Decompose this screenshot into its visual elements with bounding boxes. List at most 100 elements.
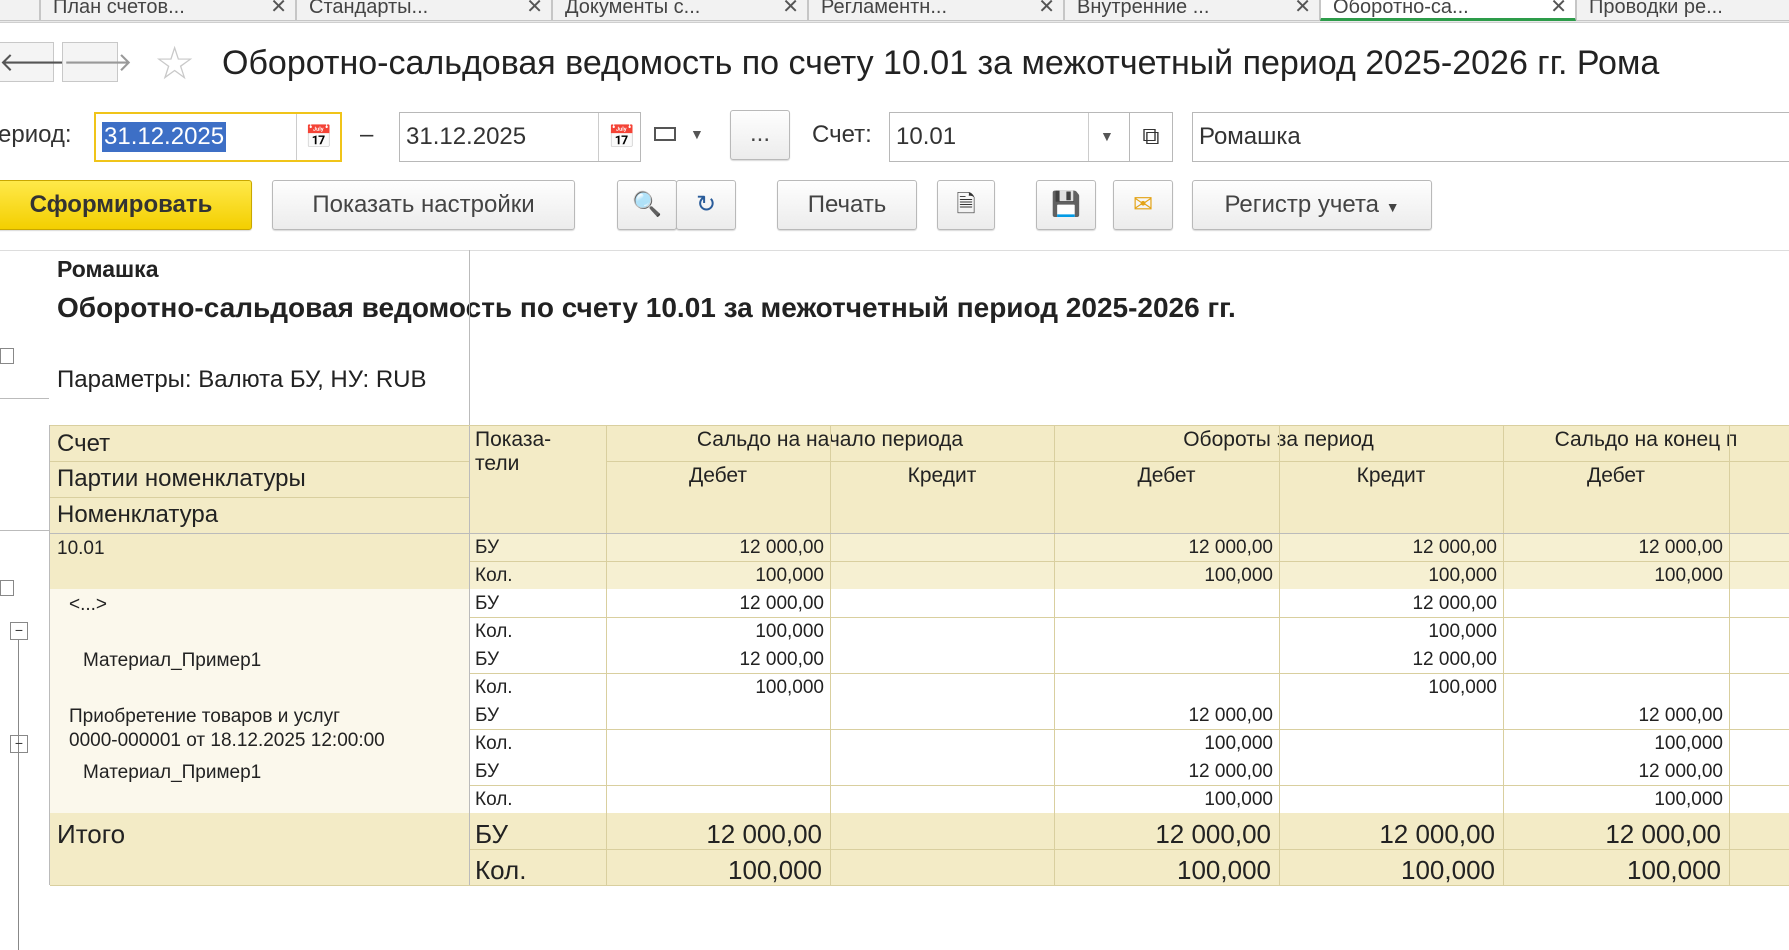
open-account-button[interactable]: ⧉ — [1129, 112, 1173, 162]
account-field[interactable]: 10.01 — [889, 112, 1135, 162]
tab-documents[interactable]: Документы с... ✕ — [552, 0, 808, 21]
grid-line — [49, 425, 50, 885]
preview-button[interactable]: 🗎 — [937, 180, 995, 230]
close-icon[interactable]: ✕ — [270, 0, 287, 19]
search-next-button[interactable]: ↻ — [676, 180, 736, 230]
close-icon[interactable]: ✕ — [1294, 0, 1311, 19]
tab-internal[interactable]: Внутренние ... ✕ — [1064, 0, 1320, 21]
tab-regulated[interactable]: Регламентн... ✕ — [808, 0, 1064, 21]
calendar-icon[interactable]: 📅 — [608, 124, 635, 150]
page-title: Оборотно-сальдовая ведомость по счету 10… — [222, 44, 1660, 82]
value-cell: 100,000 — [1654, 789, 1723, 810]
value-cell: 12 000,00 — [1638, 537, 1723, 558]
col-batches: Партии номенклатуры — [57, 465, 306, 492]
value-cell: 100,000 — [755, 677, 824, 698]
grid-line — [1503, 425, 1504, 885]
row-name[interactable]: 10.01 — [57, 537, 105, 561]
collapse-icon[interactable] — [0, 580, 14, 596]
generate-button[interactable]: Сформировать — [0, 180, 252, 230]
tab-turnover-balance[interactable]: Оборотно-са... ✕ — [1320, 0, 1576, 21]
value-cell: 12 000,00 — [1188, 705, 1273, 726]
row-name[interactable]: Приобретение товаров и услуг 0000-000001… — [69, 705, 385, 753]
row-name[interactable]: <...> — [69, 593, 107, 617]
col-debit: Дебет — [1137, 464, 1196, 487]
calendar-icon[interactable]: 📅 — [305, 124, 332, 150]
date-to-field[interactable]: 31.12.2025 — [399, 112, 641, 162]
value-cell: 100,000 — [1428, 621, 1497, 642]
grouping-gutter: − − — [0, 250, 49, 950]
organization-value: Ромашка — [1199, 123, 1301, 150]
grid-line — [470, 617, 1789, 618]
grid-line — [50, 589, 1789, 590]
chevron-down-icon[interactable]: ▼ — [690, 126, 704, 142]
grid-line — [470, 849, 1789, 850]
tab-postings[interactable]: Проводки ре... — [1576, 0, 1789, 21]
indicator-qty: Кол. — [475, 733, 513, 754]
close-icon[interactable]: ✕ — [782, 0, 799, 19]
tab-standards[interactable]: Стандарты... ✕ — [296, 0, 552, 21]
collapse-icon[interactable]: − — [10, 622, 28, 640]
value-cell: 100,000 — [755, 621, 824, 642]
row-name-bg — [50, 645, 470, 701]
period-select-button[interactable]: ... — [730, 110, 790, 160]
grid-line — [50, 425, 1789, 426]
close-icon[interactable]: ✕ — [1550, 0, 1567, 18]
close-icon[interactable]: ✕ — [1038, 0, 1055, 19]
grid-line — [606, 461, 1789, 462]
tab-label: Регламентн... — [821, 0, 948, 18]
grid-line — [1729, 425, 1730, 885]
show-settings-button[interactable]: Показать настройки — [272, 180, 575, 230]
row-name-bg — [50, 533, 470, 589]
total-value: 12 000,00 — [1605, 819, 1721, 849]
search-button[interactable]: 🔍 — [617, 180, 677, 230]
tab-chart-of-accounts[interactable]: План счетов... ✕ — [40, 0, 296, 21]
indicator-qty: Кол. — [475, 565, 513, 586]
period-choice-icon[interactable] — [654, 127, 676, 141]
group-opening: Сальдо на начало периода — [696, 428, 964, 451]
col-credit: Кредит — [907, 464, 977, 487]
total-value: 12 000,00 — [1379, 819, 1495, 849]
row-values-bg — [470, 533, 1789, 589]
account-label: Счет: — [812, 121, 872, 148]
back-button[interactable]: 🡐 — [0, 42, 69, 82]
grid-line — [469, 250, 470, 885]
tab-label: План счетов... — [53, 0, 185, 18]
row-name[interactable]: Материал_Пример1 — [83, 761, 261, 785]
indicator-bu: БУ — [475, 761, 500, 782]
organization-field[interactable]: Ромашка — [1192, 112, 1789, 162]
chevron-down-icon[interactable]: ▼ — [1100, 128, 1114, 144]
indicator-bu: БУ — [475, 649, 500, 670]
register-button[interactable]: Регистр учета ▼ — [1192, 180, 1432, 230]
col-debit: Дебет — [688, 464, 748, 487]
print-button[interactable]: Печать — [777, 180, 917, 230]
save-button[interactable]: 💾 — [1036, 180, 1096, 230]
indicator-qty: Кол. — [475, 855, 527, 885]
table-header — [50, 425, 1789, 533]
search-icon: 🔍 — [632, 191, 662, 218]
col-debit: Дебет — [1586, 464, 1646, 487]
collapse-icon[interactable] — [0, 348, 14, 364]
grid-line — [1279, 425, 1280, 885]
report-title: Оборотно-сальдовая ведомость по счету 10… — [57, 292, 1236, 323]
value-cell: 12 000,00 — [1412, 537, 1497, 558]
row-name[interactable]: Материал_Пример1 — [83, 649, 261, 673]
account-value: 10.01 — [896, 123, 957, 150]
arrow-right-icon: 🡒 — [63, 47, 133, 77]
total-value: 100,000 — [1401, 855, 1495, 885]
close-icon[interactable]: ✕ — [526, 0, 543, 19]
collapse-icon[interactable]: − — [10, 735, 28, 753]
tab-overflow[interactable] — [0, 0, 40, 21]
indicator-qty: Кол. — [475, 621, 513, 642]
email-button[interactable]: ✉ — [1113, 180, 1173, 230]
tab-label: Внутренние ... — [1077, 0, 1210, 18]
grid-line — [470, 729, 1789, 730]
star-icon[interactable]: ☆ — [154, 40, 195, 86]
open-icon: ⧉ — [1142, 123, 1160, 150]
total-row — [50, 813, 1789, 885]
grid-line — [50, 813, 1789, 814]
col-indicators: Показа- тели — [475, 428, 552, 475]
report-params: Параметры: Валюта БУ, НУ: RUB — [57, 366, 427, 393]
indicator-qty: Кол. — [475, 677, 513, 698]
grid-line — [1054, 425, 1055, 885]
forward-button[interactable]: 🡒 — [62, 42, 133, 82]
